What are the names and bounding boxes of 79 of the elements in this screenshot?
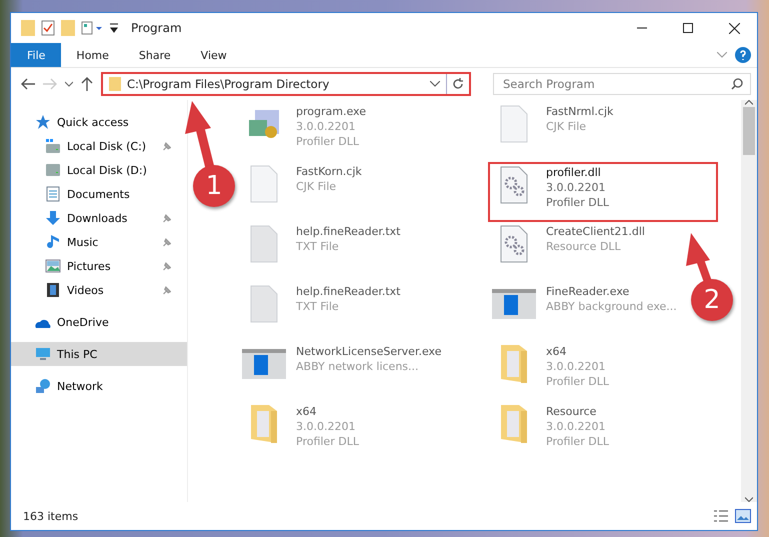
file-item[interactable]: CreateClient21.dll Resource DLL (488, 222, 649, 282)
search-field[interactable]: Search Program (493, 73, 751, 95)
ribbon-tab[interactable]: File (11, 43, 62, 67)
scroll-up-icon[interactable] (745, 100, 753, 105)
file-item[interactable]: Resource 3.0.0.2201 Profiler DLL (488, 402, 613, 462)
file-item[interactable]: x64 3.0.0.2201 Profiler DLL (238, 402, 363, 462)
scrollbar[interactable] (741, 100, 757, 502)
ribbon-tab[interactable]: View (186, 43, 242, 67)
details-view-icon[interactable] (713, 509, 729, 523)
folder-icon (251, 405, 277, 443)
dll-icon (500, 225, 528, 263)
file-item[interactable]: NetworkLicenseServer.exe ABBY network licens... (238, 342, 446, 402)
file-item[interactable]: FastKorn.cjk CJK File (238, 162, 366, 222)
forward-arrow-icon (43, 78, 57, 90)
documents-icon (45, 186, 61, 202)
scroll-thumb[interactable] (743, 107, 755, 155)
star-icon (35, 114, 51, 130)
sidebar-item[interactable]: Pictures (11, 254, 187, 278)
music-icon (45, 234, 61, 250)
minimize-icon (637, 27, 647, 29)
sidebar-item[interactable]: Quick access (11, 110, 187, 134)
file-item[interactable]: profiler.dll 3.0.0.2201 Profiler DLL (488, 162, 718, 222)
drive-c-icon (45, 138, 61, 154)
dll-icon (500, 166, 528, 204)
folder-icon (501, 405, 527, 443)
sidebar-item[interactable]: Downloads (11, 206, 187, 230)
pc-icon (35, 346, 51, 362)
sidebar-item[interactable]: This PC (11, 342, 187, 366)
refresh-icon[interactable] (452, 78, 464, 90)
text-icon (250, 285, 278, 323)
app-icon (242, 349, 286, 379)
address-bar[interactable]: C:\Program Files\Program Directory (101, 72, 471, 96)
scroll-down-icon[interactable] (745, 497, 753, 502)
up-button[interactable] (81, 77, 93, 91)
back-button[interactable] (21, 78, 35, 90)
ribbon-tab[interactable]: Home (61, 43, 124, 67)
file-item[interactable]: FastNrml.cjk CJK File (488, 102, 618, 162)
file-item[interactable]: x64 3.0.0.2201 Profiler DLL (488, 342, 613, 402)
videos-icon (45, 282, 61, 298)
window-title: Program (131, 21, 182, 35)
item-count: 163 items (23, 510, 78, 522)
sidebar-item[interactable]: Music (11, 230, 187, 254)
file-item[interactable]: help.fineReader.txt TXT File (238, 222, 404, 282)
file-item[interactable]: FineReader.exe ABBY background exe... (488, 282, 681, 342)
sidebar-item[interactable]: Documents (11, 182, 187, 206)
file-item[interactable]: program.exe 3.0.0.2201 Profiler DLL (238, 102, 370, 162)
downloads-icon (45, 210, 61, 226)
maximize-icon (683, 23, 693, 33)
dropdown-icon[interactable] (109, 22, 119, 34)
ribbon-tab[interactable]: Share (124, 43, 186, 67)
annotation-arrow (686, 233, 712, 284)
network-icon (35, 378, 51, 394)
annotation-arrow (185, 101, 214, 170)
sidebar-item[interactable]: OneDrive (11, 310, 187, 334)
file-icon (500, 105, 528, 143)
folder-icon (501, 345, 527, 383)
close-icon (728, 22, 740, 34)
recent-locations-button[interactable] (65, 81, 73, 87)
back-arrow-icon (21, 78, 35, 90)
exe-icon (249, 110, 279, 138)
file-icon (250, 165, 278, 203)
chevron-icon[interactable] (430, 81, 440, 87)
properties-icon[interactable] (81, 21, 103, 35)
pictures-icon (45, 258, 61, 274)
folder-icon (109, 77, 121, 91)
chevron-icon (65, 81, 73, 87)
sidebar-item[interactable]: Local Disk (D:) (11, 158, 187, 182)
search-icon[interactable] (731, 78, 743, 90)
sidebar-item[interactable]: Network (11, 374, 187, 398)
drive-icon (45, 162, 61, 178)
text-icon (250, 225, 278, 263)
app-icon (492, 289, 536, 319)
help-icon[interactable] (735, 47, 751, 63)
checklist-icon[interactable] (41, 20, 55, 36)
file-item[interactable]: help.fineReader.txt TXT File (238, 282, 404, 342)
up-arrow-icon (81, 77, 93, 91)
sidebar-item[interactable]: Local Disk (C:) (11, 134, 187, 158)
sidebar-item[interactable]: Videos (11, 278, 187, 302)
large-icons-view-icon[interactable] (735, 509, 751, 523)
